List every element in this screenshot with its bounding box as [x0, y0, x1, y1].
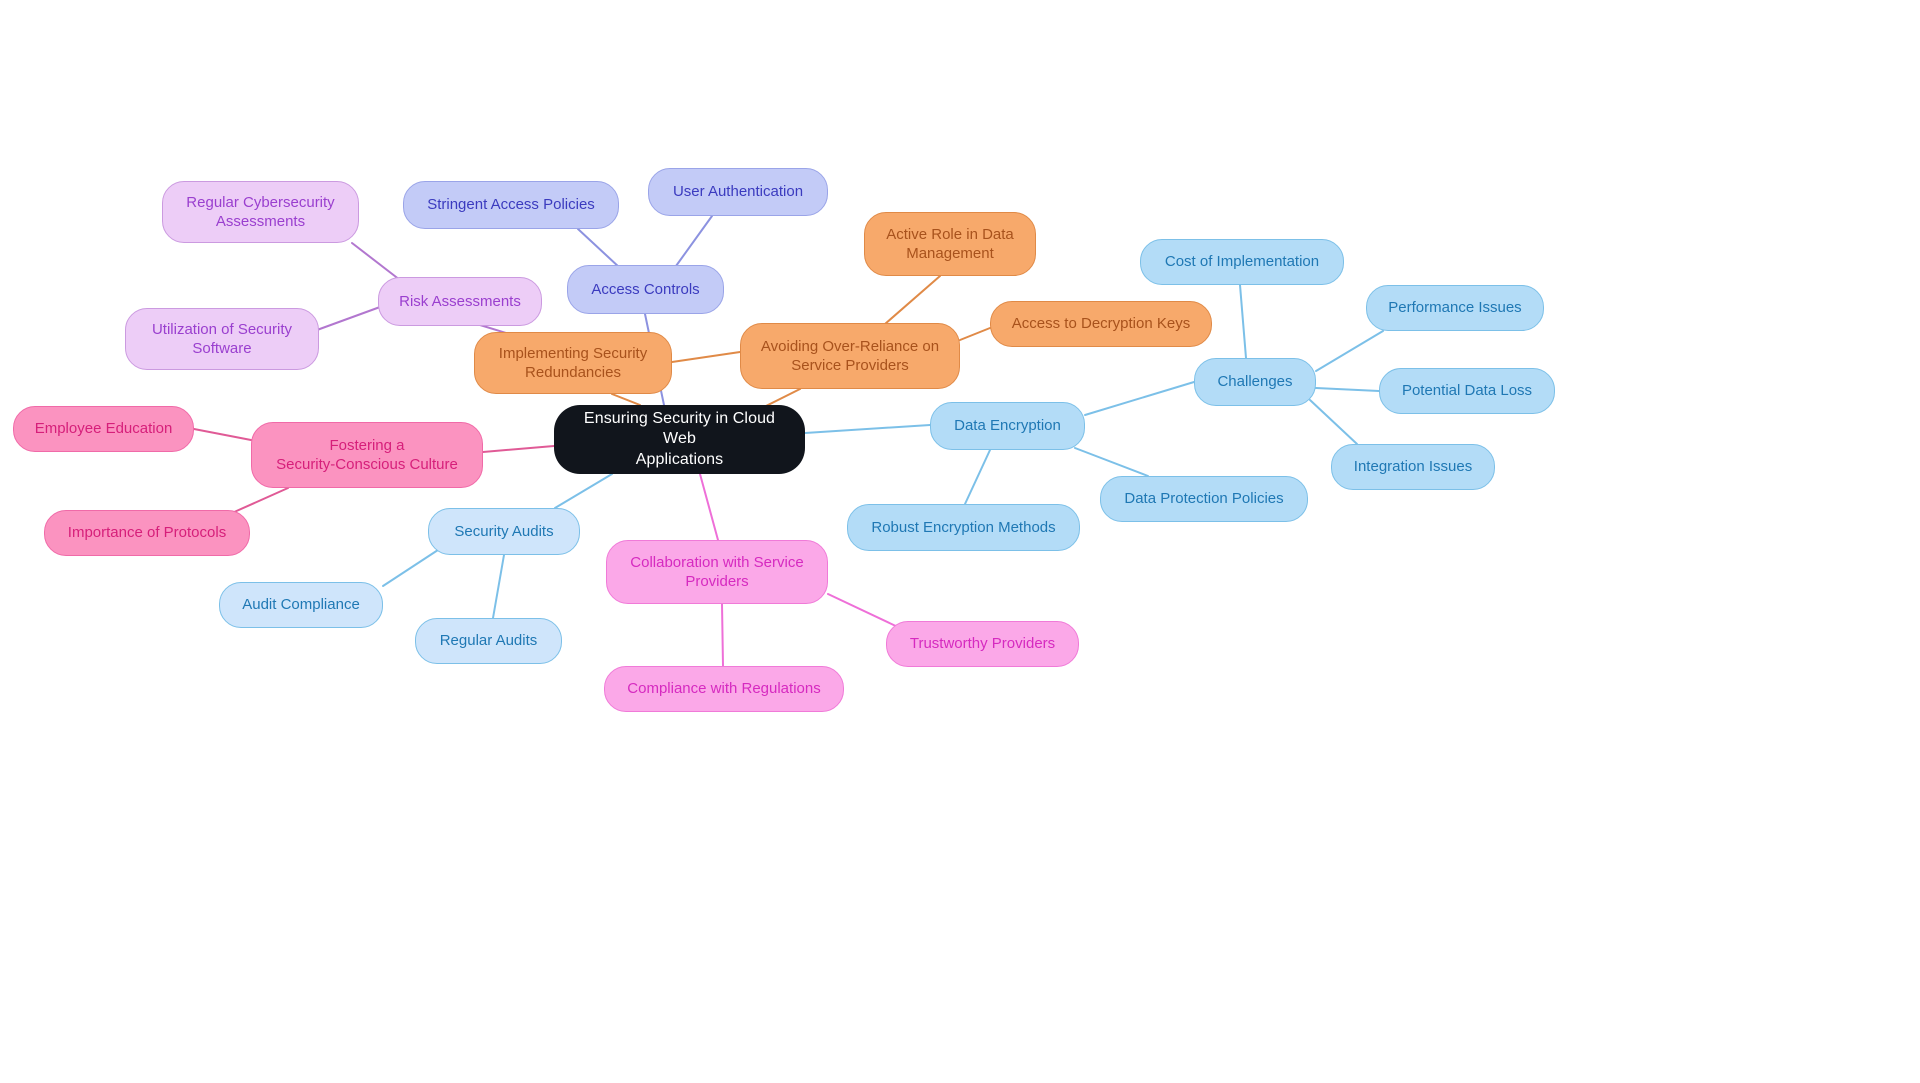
node-label: Security Audits [454, 522, 554, 540]
mindmap-node-integration-issues[interactable]: Integration Issues [1331, 444, 1495, 490]
mindmap-node-potential-data-loss[interactable]: Potential Data Loss [1379, 368, 1555, 414]
node-label: Performance Issues [1388, 299, 1522, 317]
node-label: Audit Compliance [242, 596, 360, 614]
edge-challenges-to-cost-of-implementation [1239, 284, 1247, 359]
mindmap-node-cost-of-implementation[interactable]: Cost of Implementation [1140, 239, 1344, 285]
node-label: Fostering a Security-Conscious Culture [276, 436, 458, 473]
node-label: Regular Audits [439, 632, 538, 650]
mindmap-node-audit-compliance[interactable]: Audit Compliance [219, 582, 383, 628]
edge-fostering-a-security-conscious-culture-to-importance-of-protocols [231, 487, 289, 514]
edge-root-to-security-audits [554, 473, 613, 509]
node-label: Regular Cybersecurity Assessments [186, 193, 335, 230]
node-label: Collaboration with Service Providers [630, 553, 804, 590]
mindmap-node-regular-audits[interactable]: Regular Audits [415, 618, 562, 664]
node-label: Compliance with Regulations [627, 680, 821, 698]
mindmap-node-security-audits[interactable]: Security Audits [428, 508, 580, 555]
edge-fostering-a-security-conscious-culture-to-employee-education [193, 428, 252, 441]
node-label: Trustworthy Providers [909, 635, 1056, 653]
mindmap-node-data-protection-policies[interactable]: Data Protection Policies [1100, 476, 1308, 522]
edge-security-audits-to-audit-compliance [382, 547, 442, 587]
edge-challenges-to-potential-data-loss [1315, 387, 1380, 392]
edge-root-to-implementing-security-redundancies [611, 393, 641, 406]
node-label: Avoiding Over-Reliance on Service Provid… [760, 337, 940, 374]
edge-avoiding-over-reliance-on-service-providers-to-active-role-in-data-management [884, 275, 941, 325]
mindmap-node-fostering-a-security-conscious-culture[interactable]: Fostering a Security-Conscious Culture [251, 422, 483, 488]
edge-data-encryption-to-robust-encryption-methods [964, 449, 991, 505]
mindmap-node-stringent-access-policies[interactable]: Stringent Access Policies [403, 181, 619, 229]
node-label: Access Controls [591, 280, 700, 298]
mindmap-node-challenges[interactable]: Challenges [1194, 358, 1316, 406]
mindmap-canvas: Ensuring Security in Cloud Web Applicati… [0, 0, 1920, 1083]
mindmap-node-access-to-decryption-keys[interactable]: Access to Decryption Keys [990, 301, 1212, 347]
edge-data-encryption-to-data-protection-policies [1074, 447, 1149, 477]
node-label: Implementing Security Redundancies [498, 344, 648, 381]
mindmap-node-implementing-security-redundancies[interactable]: Implementing Security Redundancies [474, 332, 672, 394]
node-label: Stringent Access Policies [427, 196, 595, 214]
mindmap-node-performance-issues[interactable]: Performance Issues [1366, 285, 1544, 331]
edge-avoiding-over-reliance-on-service-providers-to-access-to-decryption-keys [959, 327, 991, 341]
node-label: Challenges [1217, 373, 1293, 391]
edge-challenges-to-performance-issues [1315, 330, 1384, 372]
node-label: Cost of Implementation [1164, 253, 1320, 271]
mindmap-node-risk-assessments[interactable]: Risk Assessments [378, 277, 542, 326]
node-label: Potential Data Loss [1401, 382, 1533, 400]
edge-security-audits-to-regular-audits [492, 554, 505, 619]
node-label: Active Role in Data Management [886, 225, 1014, 262]
edge-risk-assessments-to-regular-cybersecurity-assessments [351, 242, 401, 281]
node-label: Utilization of Security Software [151, 320, 293, 357]
mindmap-node-regular-cybersecurity-assessments[interactable]: Regular Cybersecurity Assessments [162, 181, 359, 243]
edge-challenges-to-integration-issues [1309, 399, 1358, 445]
edge-collaboration-with-service-providers-to-compliance-with-regulations [721, 603, 724, 667]
node-label: Risk Assessments [399, 292, 521, 310]
mindmap-node-access-controls[interactable]: Access Controls [567, 265, 724, 314]
node-label: Data Encryption [954, 417, 1061, 435]
mindmap-node-avoiding-over-reliance-on-service-providers[interactable]: Avoiding Over-Reliance on Service Provid… [740, 323, 960, 389]
edge-access-controls-to-stringent-access-policies [577, 228, 621, 269]
mindmap-node-user-authentication[interactable]: User Authentication [648, 168, 828, 216]
edge-collaboration-with-service-providers-to-trustworthy-providers [827, 593, 901, 629]
node-label: Integration Issues [1353, 458, 1473, 476]
mindmap-node-collaboration-with-service-providers[interactable]: Collaboration with Service Providers [606, 540, 828, 604]
mindmap-node-utilization-of-security-software[interactable]: Utilization of Security Software [125, 308, 319, 370]
mindmap-node-trustworthy-providers[interactable]: Trustworthy Providers [886, 621, 1079, 667]
edge-implementing-security-redundancies-to-avoiding-over-reliance-on-service-providers [671, 351, 741, 363]
edge-risk-assessments-to-utilization-of-security-software [316, 306, 381, 331]
edge-access-controls-to-user-authentication [675, 215, 713, 267]
mindmap-node-active-role-in-data-management[interactable]: Active Role in Data Management [864, 212, 1036, 276]
node-label: User Authentication [672, 183, 804, 201]
node-label: Importance of Protocols [67, 524, 227, 542]
node-label: Employee Education [34, 420, 173, 438]
node-label: Access to Decryption Keys [1011, 315, 1191, 333]
edge-root-to-data-encryption [804, 424, 931, 434]
edge-root-to-fostering-a-security-conscious-culture [482, 445, 555, 453]
mindmap-node-importance-of-protocols[interactable]: Importance of Protocols [44, 510, 250, 556]
mindmap-node-compliance-with-regulations[interactable]: Compliance with Regulations [604, 666, 844, 712]
edge-root-to-collaboration-with-service-providers [699, 473, 719, 541]
mindmap-node-employee-education[interactable]: Employee Education [13, 406, 194, 452]
node-label: Data Protection Policies [1124, 490, 1284, 508]
mindmap-node-data-encryption[interactable]: Data Encryption [930, 402, 1085, 450]
mindmap-node-root[interactable]: Ensuring Security in Cloud Web Applicati… [554, 405, 805, 474]
node-label: Ensuring Security in Cloud Web Applicati… [583, 409, 776, 468]
edge-data-encryption-to-challenges [1084, 381, 1195, 416]
mindmap-node-robust-encryption-methods[interactable]: Robust Encryption Methods [847, 504, 1080, 551]
node-label: Robust Encryption Methods [871, 518, 1056, 536]
